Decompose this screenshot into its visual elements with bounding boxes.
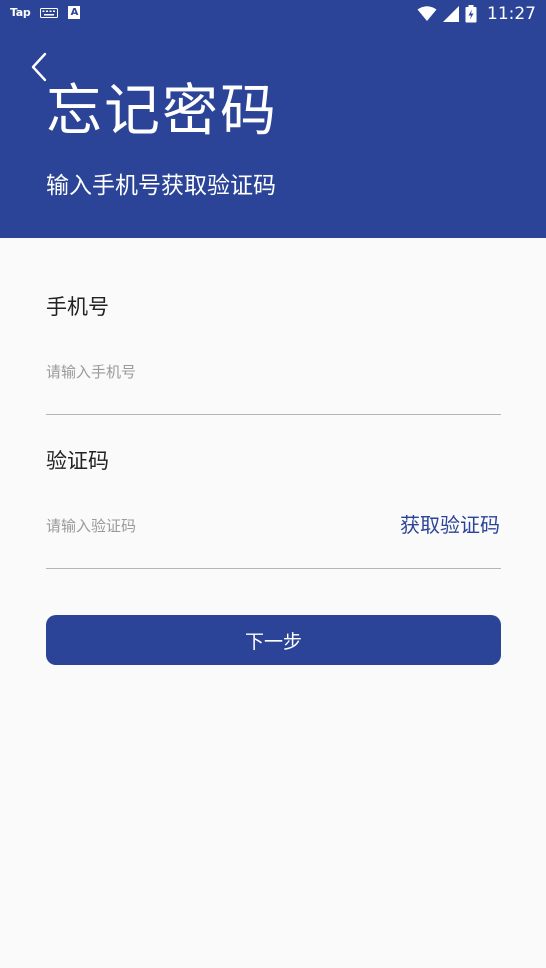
phone-input[interactable] [46,352,501,392]
code-label: 验证码 [46,449,109,473]
page-subtitle: 输入手机号获取验证码 [46,173,276,199]
keyboard-icon [40,7,59,18]
status-left: Tap A [10,6,81,19]
status-bar: Tap A 11:27 [0,0,546,30]
tap-app-icon: Tap [10,6,31,19]
page-title: 忘记密码 [46,79,278,144]
wifi-icon [417,6,437,21]
get-code-link[interactable]: 获取验证码 [400,510,500,540]
phone-label: 手机号 [46,295,109,319]
signal-icon [443,6,459,22]
battery-icon [465,5,477,23]
a-notification-icon: A [68,6,81,19]
phone-underline [46,414,501,415]
status-time: 11:27 [487,4,536,24]
forgot-password-screen: Tap A 11:27 忘记密码 输入手机号获取验证码 手机号 请输入手机号 验… [0,0,546,968]
code-input[interactable] [46,506,376,546]
next-button[interactable]: 下一步 [46,615,501,665]
code-underline [46,568,501,569]
header-banner: Tap A 11:27 忘记密码 输入手机号获取验证码 [0,0,546,238]
status-right: 11:27 [417,4,536,24]
